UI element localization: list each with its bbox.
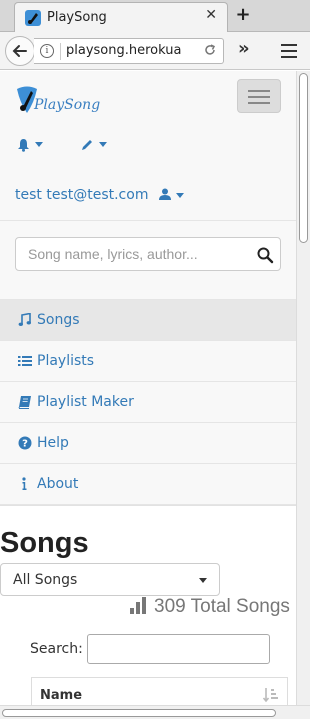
book-icon — [18, 396, 31, 409]
sidebar-item-playlist-maker[interactable]: Playlist Maker — [0, 382, 296, 423]
overflow-menu-button[interactable]: » — [238, 38, 250, 59]
url-bar[interactable]: i playsong.herokua — [34, 38, 224, 64]
sidebar-item-label: Playlists — [37, 353, 95, 369]
pencil-icon — [82, 139, 92, 150]
new-tab-button[interactable]: + — [233, 3, 253, 27]
svg-text:?: ? — [22, 439, 28, 450]
info-icon — [22, 477, 27, 490]
sidebar-item-help[interactable]: ? Help — [0, 423, 296, 464]
user-icon — [158, 187, 171, 203]
navbar-toggle-button[interactable] — [237, 79, 281, 113]
divider — [0, 220, 296, 221]
url-text[interactable]: playsong.herokua — [66, 43, 181, 58]
page-title: Songs — [0, 527, 89, 559]
vertical-scrollbar-thumb[interactable] — [299, 73, 308, 243]
sidebar: PlaySong test test@test.com Song name, l… — [0, 71, 296, 506]
column-header-name[interactable]: Name — [40, 688, 82, 703]
total-songs-count: 309 Total Songs — [130, 596, 290, 618]
tab-close-icon[interactable]: ✕ — [205, 7, 217, 23]
chevron-down-icon — [175, 192, 184, 198]
tab-title: PlaySong — [47, 10, 107, 25]
song-search-box — [15, 237, 281, 271]
sidebar-item-songs[interactable]: Songs — [0, 300, 296, 341]
site-info-icon[interactable]: i — [40, 44, 54, 58]
chevron-down-icon — [35, 142, 43, 147]
search-icon[interactable] — [256, 246, 274, 264]
horizontal-scrollbar[interactable] — [0, 705, 310, 719]
browser-tab-bar: PlaySong ✕ + — [0, 0, 310, 33]
music-icon — [18, 313, 31, 326]
sidebar-item-playlists[interactable]: Playlists — [0, 341, 296, 382]
question-circle-icon: ? — [18, 436, 32, 450]
songs-table-header: Name — [31, 677, 288, 705]
back-arrow-icon — [12, 45, 27, 57]
edit-dropdown[interactable] — [80, 137, 107, 152]
hamburger-menu-icon[interactable] — [281, 44, 297, 58]
browser-tab[interactable]: PlaySong ✕ — [14, 2, 228, 33]
table-search-label: Search: — [30, 641, 83, 657]
vertical-scrollbar[interactable] — [296, 71, 310, 705]
bar-chart-icon — [130, 597, 146, 614]
chevron-down-icon — [199, 578, 207, 583]
select-value: All Songs — [13, 572, 78, 588]
sidebar-item-label: Playlist Maker — [37, 394, 134, 410]
horizontal-scrollbar-thumb[interactable] — [2, 709, 276, 717]
user-menu-dropdown[interactable]: test test@test.com — [15, 187, 184, 203]
chevron-down-icon — [99, 142, 107, 147]
user-label: test test@test.com — [15, 187, 149, 203]
sidebar-item-label: Help — [37, 435, 69, 451]
browser-nav-bar: i playsong.herokua » — [0, 32, 310, 70]
list-icon — [18, 356, 32, 366]
sidebar-item-about[interactable]: About — [0, 464, 296, 505]
playsong-logo[interactable]: PlaySong — [14, 85, 104, 119]
bell-icon — [18, 138, 29, 152]
table-search-input[interactable] — [87, 634, 270, 664]
sidebar-item-label: Songs — [37, 312, 80, 328]
web-page: PlaySong test test@test.com Song name, l… — [0, 71, 296, 705]
reload-icon[interactable] — [203, 43, 217, 61]
song-search-input[interactable] — [16, 238, 252, 270]
logo-text: PlaySong — [34, 97, 101, 113]
sidebar-item-label: About — [37, 476, 79, 492]
song-filter-select[interactable]: All Songs — [0, 563, 220, 596]
sort-icon[interactable] — [263, 687, 279, 703]
notifications-dropdown[interactable] — [17, 137, 43, 152]
playsong-favicon-icon — [25, 10, 41, 26]
back-button[interactable] — [5, 36, 35, 66]
url-separator — [60, 43, 61, 60]
total-songs-text: 309 Total Songs — [154, 596, 290, 617]
